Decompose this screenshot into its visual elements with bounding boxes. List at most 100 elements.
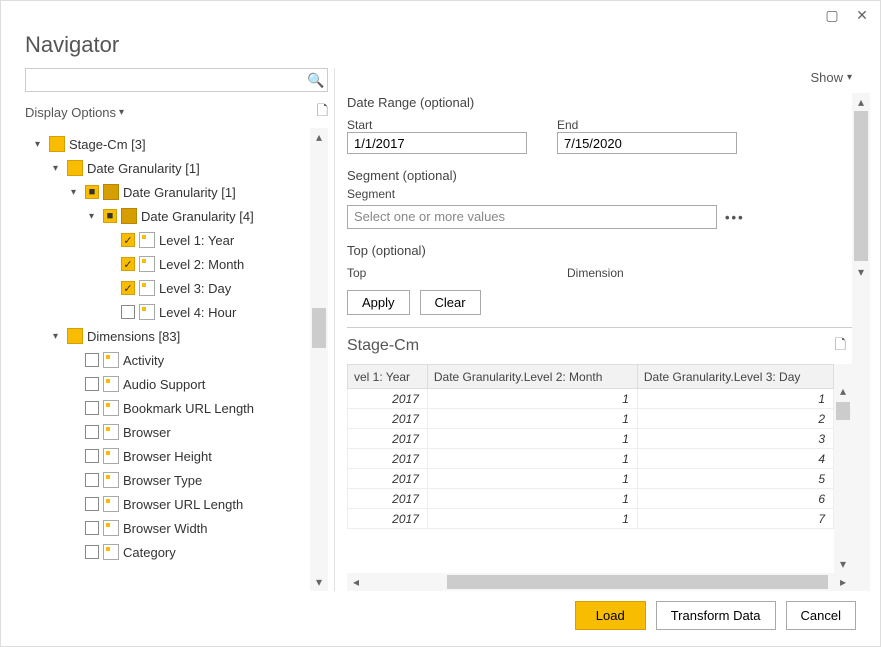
tree-item-label: Browser (123, 425, 171, 440)
table-row[interactable]: 201713 (348, 429, 834, 449)
table-row[interactable]: 201712 (348, 409, 834, 429)
table-row[interactable]: 201716 (348, 489, 834, 509)
show-label[interactable]: Show (810, 70, 843, 85)
segment-select[interactable]: Select one or more values (347, 205, 717, 229)
cancel-button[interactable]: Cancel (786, 601, 856, 630)
caret-icon[interactable]: ▾ (53, 163, 63, 174)
table-cell: 4 (637, 449, 833, 469)
caret-icon[interactable]: ▾ (53, 331, 63, 342)
tree: ▾Stage-Cm [3]▾Date Granularity [1]▾■Date… (25, 128, 310, 591)
tree-scrollbar[interactable]: ▴ ▾ (310, 128, 328, 591)
table-hscrollbar[interactable]: ◂ ▸ (347, 573, 852, 591)
tree-item-label: Browser Height (123, 449, 212, 464)
tree-item-label: Audio Support (123, 377, 205, 392)
table-row[interactable]: 201711 (348, 389, 834, 409)
table-cell: 2017 (348, 469, 428, 489)
close-icon[interactable]: ✕ (852, 7, 872, 24)
tree-item[interactable]: Browser URL Length (25, 492, 306, 516)
load-button[interactable]: Load (575, 601, 646, 630)
tree-item[interactable]: Bookmark URL Length (25, 396, 306, 420)
end-input[interactable] (557, 132, 737, 154)
caret-icon[interactable]: ▾ (89, 211, 99, 222)
apply-button[interactable]: Apply (347, 290, 410, 315)
hier-icon (121, 208, 137, 224)
checkbox[interactable] (85, 401, 99, 415)
tree-item[interactable]: ✓Level 3: Day (25, 276, 306, 300)
table-row[interactable]: 201715 (348, 469, 834, 489)
table-cell: 5 (637, 469, 833, 489)
tree-item[interactable]: ▾Date Granularity [1] (25, 156, 306, 180)
clear-button[interactable]: Clear (420, 290, 481, 315)
caret-icon[interactable]: ▾ (35, 139, 45, 150)
checkbox[interactable]: ✓ (121, 233, 135, 247)
table-cell: 2017 (348, 509, 428, 529)
top-label: Top (347, 266, 537, 280)
checkbox[interactable] (85, 473, 99, 487)
tree-item[interactable]: Activity (25, 348, 306, 372)
table-row[interactable]: 201717 (348, 509, 834, 529)
checkbox[interactable]: ✓ (121, 257, 135, 271)
tree-item[interactable]: Browser (25, 420, 306, 444)
tree-item[interactable]: Browser Width (25, 516, 306, 540)
table-vscrollbar[interactable]: ▴ ▾ (834, 364, 852, 573)
tree-item[interactable]: Level 4: Hour (25, 300, 306, 324)
checkbox[interactable] (85, 521, 99, 535)
preview-title: Stage-Cm (347, 337, 419, 355)
tree-item-label: Browser URL Length (123, 497, 243, 512)
top-section-label: Top (optional) (347, 243, 852, 258)
level-icon (139, 280, 155, 296)
tree-item-label: Browser Width (123, 521, 208, 536)
search-input[interactable] (26, 73, 305, 88)
search-icon[interactable]: 🔍 (305, 72, 327, 89)
column-header[interactable]: Date Granularity.Level 3: Day (637, 365, 833, 389)
checkbox[interactable] (85, 497, 99, 511)
tree-item-label: Date Granularity [4] (141, 209, 254, 224)
tree-item[interactable]: ✓ Level 2: Month (25, 252, 306, 276)
checkbox[interactable] (85, 545, 99, 559)
dim-icon (103, 400, 119, 416)
search-box[interactable]: 🔍 (25, 68, 328, 92)
tree-item[interactable]: Browser Type (25, 468, 306, 492)
chevron-down-icon[interactable]: ▾ (119, 107, 124, 118)
maximize-icon[interactable]: ▢ (822, 7, 842, 24)
tree-item[interactable]: ▾Dimensions [83] (25, 324, 306, 348)
checkbox[interactable]: ■ (85, 185, 99, 199)
dim-icon (103, 376, 119, 392)
right-scrollbar[interactable]: ▴ ▾ (852, 93, 870, 591)
tree-item[interactable]: ▾ ■ Date Granularity [4] (25, 204, 306, 228)
start-input[interactable] (347, 132, 527, 154)
start-label: Start (347, 118, 527, 132)
tree-item[interactable]: Category (25, 540, 306, 564)
refresh-icon[interactable]: 🗋 (317, 100, 328, 124)
preview-refresh-icon[interactable]: 🗋 (835, 334, 846, 358)
dim-icon (103, 352, 119, 368)
display-options-label[interactable]: Display Options (25, 105, 116, 120)
tree-item[interactable]: ✓Level 1: Year (25, 228, 306, 252)
checkbox[interactable] (121, 305, 135, 319)
checkbox[interactable]: ■ (103, 209, 117, 223)
tree-item[interactable]: ▾ ■ Date Granularity [1] (25, 180, 306, 204)
tree-item[interactable]: Browser Height (25, 444, 306, 468)
checkbox[interactable]: ✓ (121, 281, 135, 295)
checkbox[interactable] (85, 449, 99, 463)
transform-data-button[interactable]: Transform Data (656, 601, 776, 630)
column-header[interactable]: Date Granularity.Level 2: Month (427, 365, 637, 389)
tree-item[interactable]: ▾Stage-Cm [3] (25, 132, 306, 156)
checkbox[interactable] (85, 425, 99, 439)
tree-item-label: Level 2: Month (159, 257, 244, 272)
checkbox[interactable] (85, 377, 99, 391)
column-header[interactable]: vel 1: Year (348, 365, 428, 389)
tree-item-label: Date Granularity [1] (123, 185, 236, 200)
tree-item[interactable]: Audio Support (25, 372, 306, 396)
table-cell: 3 (637, 429, 833, 449)
caret-icon[interactable]: ▾ (71, 187, 81, 198)
table-cell: 2 (637, 409, 833, 429)
table-cell: 7 (637, 509, 833, 529)
table-row[interactable]: 201714 (348, 449, 834, 469)
checkbox[interactable] (85, 353, 99, 367)
table-cell: 1 (427, 429, 637, 449)
level-icon (139, 256, 155, 272)
table-cell: 2017 (348, 389, 428, 409)
chevron-down-icon[interactable]: ▾ (847, 72, 852, 83)
ellipsis-icon[interactable]: ••• (725, 210, 745, 225)
